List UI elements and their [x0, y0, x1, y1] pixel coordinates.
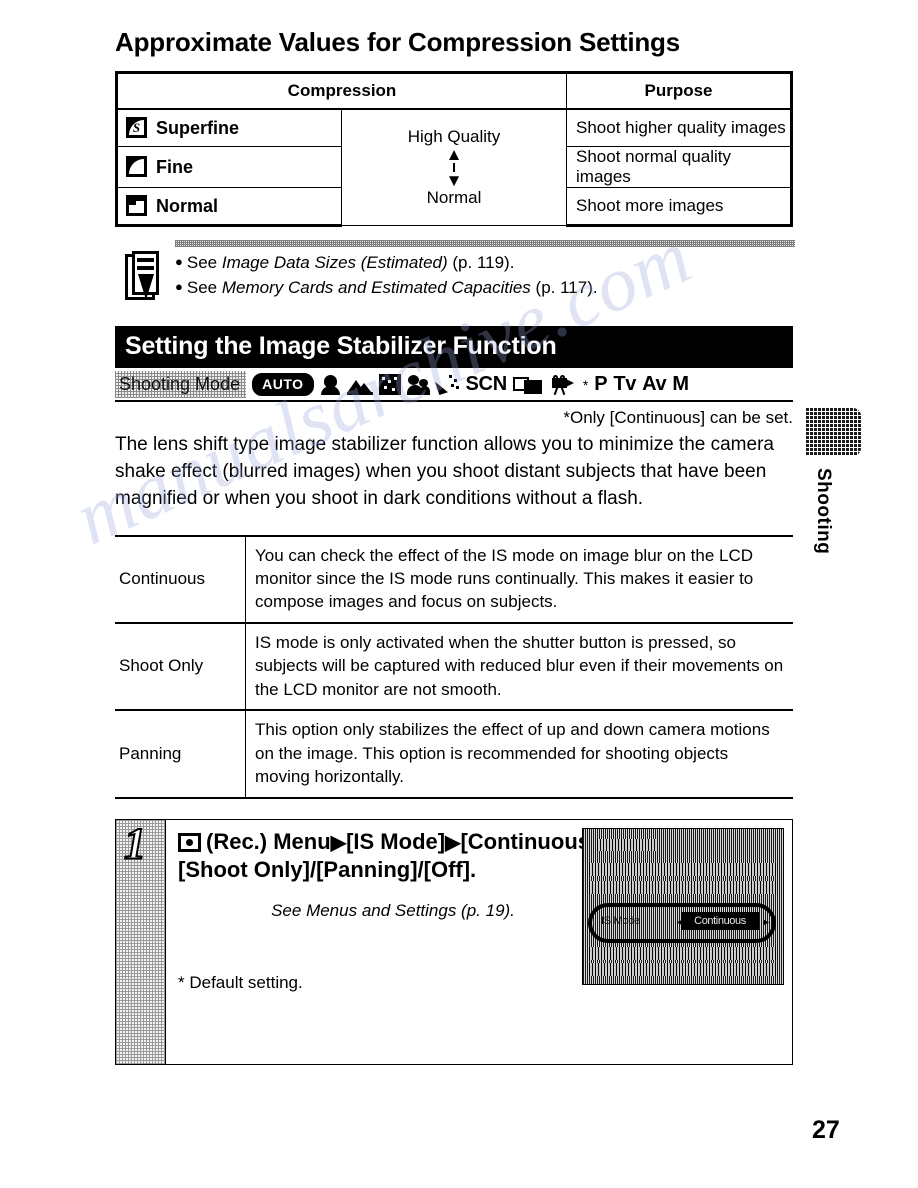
- normal-quality-icon: [126, 194, 147, 216]
- lcd-menu-row: [589, 962, 777, 976]
- reference-item: ● See Image Data Sizes (Estimated) (p. 11…: [175, 250, 795, 276]
- landscape-mode-icon: [346, 375, 373, 395]
- reference-item: ● See Memory Cards and Estimated Capaciti…: [175, 275, 795, 301]
- table-row: Continuous You can check the effect of t…: [115, 534, 793, 624]
- memo-pencil-icon: [125, 250, 161, 302]
- purpose-superfine: Shoot higher quality images: [566, 108, 793, 147]
- is-mode-name-continuous: Continuous: [115, 534, 246, 624]
- quality-scale-cell: High Quality ▲ ▼ Normal: [341, 108, 567, 226]
- table-row: Shoot Only IS mode is only activated whe…: [115, 621, 793, 712]
- auto-mode-icon: AUTO: [252, 373, 314, 397]
- compression-mode-superfine: S Superfine: [115, 108, 342, 147]
- rec-menu-icon: [178, 832, 201, 852]
- shooting-mode-icon-list: AUTO SCN * P Tv Av M: [252, 373, 793, 397]
- reference-page: (p. 119).: [447, 252, 515, 272]
- av-mode-icon: Av: [642, 373, 667, 396]
- scn-mode-icon: SCN: [465, 373, 508, 396]
- lcd-menu-tabs: [597, 838, 657, 851]
- lcd-menu-row: [589, 880, 777, 894]
- note-divider: [175, 239, 795, 247]
- reference-note-block: ● See Image Data Sizes (Estimated) (p. 11…: [115, 239, 795, 302]
- tv-mode-icon: Tv: [613, 373, 637, 396]
- quality-scale-bottom: Normal: [426, 187, 482, 207]
- purpose-normal: Shoot more images: [566, 186, 793, 227]
- reference-prefix: See: [186, 278, 222, 298]
- column-header-purpose: Purpose: [566, 70, 793, 110]
- lcd-is-mode-label: IS Mode: [601, 914, 640, 927]
- bullet-icon: ●: [175, 279, 183, 295]
- reference-page: (p. 117).: [530, 278, 598, 298]
- mode-footnote: *Only [Continuous] can be set.: [563, 407, 793, 427]
- lcd-screenshot: IS Mode ◄ Continuous ►: [582, 827, 784, 985]
- manual-mode-icon: M: [672, 373, 689, 396]
- program-mode-icon: P: [594, 373, 608, 396]
- reference-prefix: See: [186, 252, 222, 272]
- step-number: 1: [123, 818, 147, 868]
- page-title: Approximate Values for Compression Setti…: [115, 27, 680, 57]
- chevron-right-icon: ▶: [330, 831, 347, 854]
- section-body-text: The lens shift type image stabilizer fun…: [115, 433, 774, 509]
- compression-settings-table: Compression Purpose S Superfine High Qua…: [115, 70, 793, 227]
- compression-mode-normal: Normal: [115, 186, 342, 227]
- compression-mode-fine: Fine: [115, 145, 342, 188]
- chapter-tab-marker: [805, 408, 861, 456]
- is-modes-table: Continuous You can check the effect of t…: [115, 534, 793, 799]
- lcd-arrow-right-icon: ►: [762, 916, 771, 927]
- kids-and-pets-mode-icon: [406, 374, 430, 396]
- purpose-fine: Shoot normal quality images: [566, 145, 793, 188]
- lcd-selected-value: Continuous: [681, 911, 759, 930]
- page-number: 27: [812, 1116, 840, 1144]
- night-scene-mode-icon: [378, 374, 401, 396]
- portrait-mode-icon: [320, 374, 341, 396]
- chevron-right-icon: ▶: [445, 831, 461, 854]
- table-header-row: Compression Purpose: [115, 70, 793, 110]
- shooting-mode-label: Shooting Mode: [115, 371, 246, 398]
- is-mode-name-shoot-only: Shoot Only: [115, 621, 246, 712]
- is-mode-description-continuous: You can check the effect of the IS mode …: [245, 534, 793, 624]
- compression-mode-label: Superfine: [156, 117, 240, 138]
- bullet-icon: ●: [175, 253, 183, 269]
- reference-title: Image Data Sizes (Estimated): [221, 252, 448, 272]
- compression-mode-label: Normal: [156, 195, 219, 216]
- page-content: Approximate Values for Compression Setti…: [115, 28, 795, 1065]
- step-heading-is-mode: [IS Mode]: [346, 828, 446, 854]
- indoor-party-mode-icon: [434, 374, 460, 396]
- step-block: 1 (Rec.) Menu▶[IS Mode]▶[Continuous]*/ […: [115, 818, 793, 1065]
- column-header-compression: Compression: [115, 70, 567, 110]
- compression-mode-label: Fine: [156, 156, 194, 177]
- lcd-menu-row: [589, 946, 777, 960]
- reference-title: Memory Cards and Estimated Capacities: [221, 278, 531, 298]
- section-header: Setting the Image Stabilizer Function: [115, 325, 793, 368]
- chapter-tab-label: Shooting: [813, 468, 834, 555]
- superfine-quality-icon: S: [126, 116, 147, 138]
- lcd-menu-row: [589, 862, 777, 876]
- manual-page: manualsarchive.com Approximate Values fo…: [0, 0, 918, 1188]
- is-mode-description-shoot-only: IS mode is only activated when the shutt…: [245, 621, 793, 712]
- movie-mode-icon: [549, 374, 577, 395]
- movie-mode-asterisk: *: [582, 376, 589, 393]
- stitch-assist-mode-icon: [512, 375, 543, 395]
- see-menus-reference: See Menus and Settings (p. 19).: [271, 900, 515, 920]
- fine-quality-icon: [126, 155, 147, 177]
- shooting-mode-strip: Shooting Mode AUTO SCN * P Tv Av M: [115, 370, 793, 402]
- is-mode-description-panning: This option only stabilizes the effect o…: [245, 709, 793, 799]
- step-heading-rec-menu: (Rec.) Menu: [206, 828, 331, 854]
- quality-scale-arrows: ▲ ▼: [445, 144, 463, 190]
- table-row: Panning This option only stabilizes the …: [115, 709, 793, 799]
- is-mode-name-panning: Panning: [115, 709, 246, 799]
- table-row: S Superfine High Quality ▲ ▼ Normal Shoo: [115, 108, 793, 226]
- quality-scale-top: High Quality: [407, 126, 501, 146]
